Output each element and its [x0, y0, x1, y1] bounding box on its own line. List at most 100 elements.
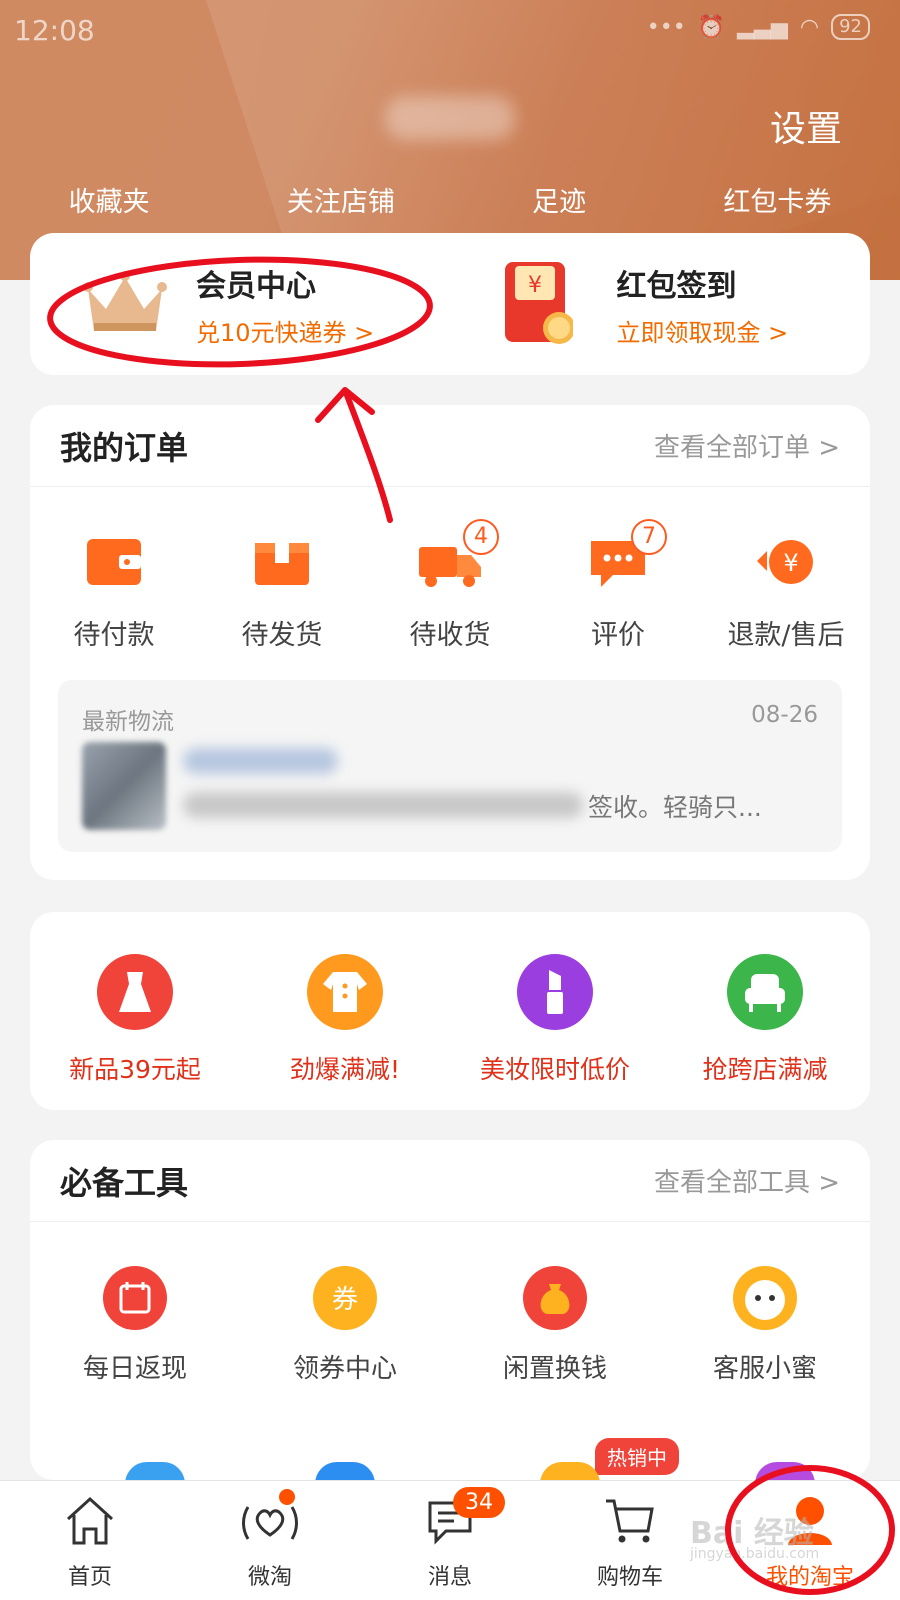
order-status-row: 待付款 待发货 4 待收货 7 评价 ¥ 退款/售后: [30, 487, 870, 652]
tools-header: 必备工具 查看全部工具 >: [30, 1140, 870, 1222]
member-text: 会员中心 兑10元快递券 >: [196, 261, 374, 348]
order-label: 待发货: [241, 620, 323, 651]
tab-weitao[interactable]: 微淘: [195, 1481, 345, 1591]
tool-daily-cashback[interactable]: 每日返现: [40, 1266, 230, 1385]
wallet-icon: [87, 539, 141, 585]
wifi-icon: ◠: [799, 14, 820, 40]
logistics-text: 签收。轻骑只...: [588, 793, 762, 822]
logistics-status-blurred: [183, 748, 338, 774]
svg-text:¥: ¥: [528, 273, 542, 298]
tab-home[interactable]: 首页: [15, 1481, 165, 1591]
promotions-grid: 新品39元起 劲爆满减! 美妆限时低价 抢跨店满减: [30, 912, 870, 1110]
order-label: 退款/售后: [727, 620, 845, 651]
tab-label: 微淘: [247, 1565, 292, 1590]
member-center[interactable]: 会员中心 兑10元快递券 >: [30, 233, 448, 375]
alarm-icon: ⏰: [697, 14, 726, 40]
order-review[interactable]: 7 评价: [543, 519, 693, 652]
svg-text:¥: ¥: [783, 549, 798, 577]
order-label: 待收货: [409, 620, 491, 651]
view-all-orders-link[interactable]: 查看全部订单 >: [654, 427, 840, 464]
tool-coupon-center[interactable]: 券 领券中心: [250, 1266, 440, 1385]
tool-label: 领券中心: [292, 1354, 397, 1384]
red-packet-icon: ¥: [503, 262, 575, 346]
tab-cart[interactable]: 购物车: [555, 1481, 705, 1591]
promo-label: 抢跨店满减: [702, 1055, 828, 1084]
promo-cross-store[interactable]: 抢跨店满减: [670, 954, 860, 1086]
quick-links: 收藏夹 关注店铺 足迹 红包卡券: [0, 180, 900, 219]
coupon-icon: 券: [313, 1266, 377, 1330]
red-packet-subtitle[interactable]: 立即领取现金 >: [617, 313, 789, 348]
my-orders-card: 我的订单 查看全部订单 > 待付款 待发货 4 待收货 7 评价 ¥ 退款/售后…: [30, 405, 870, 880]
red-packet-title: 红包签到: [616, 268, 737, 304]
tab-label: 首页: [67, 1565, 112, 1590]
promo-beauty-sale[interactable]: 美妆限时低价: [460, 954, 650, 1086]
status-time: 12:08: [14, 14, 95, 47]
baby-clothes-icon: [307, 954, 383, 1030]
quick-link-footprints[interactable]: 足迹: [532, 180, 586, 219]
home-icon: [66, 1496, 114, 1545]
promo-hot-discount[interactable]: 劲爆满减!: [250, 954, 440, 1086]
tab-label: 我的淘宝: [765, 1565, 854, 1590]
quick-link-favorites[interactable]: 收藏夹: [69, 180, 150, 219]
tools-row: 每日返现 券 领券中心 闲置换钱 客服小蜜: [30, 1222, 870, 1385]
order-label: 评价: [591, 620, 645, 651]
money-bag-icon: [523, 1266, 587, 1330]
username-blurred: [385, 96, 515, 140]
latest-logistics[interactable]: 最新物流 08-26 签收。轻骑只...: [58, 680, 842, 852]
lipstick-icon: [517, 954, 593, 1030]
promo-label: 劲爆满减!: [289, 1055, 401, 1084]
order-pending-payment[interactable]: 待付款: [39, 531, 189, 652]
orders-title: 我的订单: [60, 428, 189, 467]
tool-label: 客服小蜜: [712, 1354, 817, 1384]
logistics-date: 08-26: [751, 702, 818, 728]
tab-label: 购物车: [596, 1565, 663, 1590]
new-content-dot: [279, 1489, 295, 1505]
unread-count-badge: 34: [453, 1487, 505, 1518]
member-subtitle[interactable]: 兑10元快递券 >: [196, 313, 374, 348]
package-icon: [255, 543, 309, 585]
order-label: 待付款: [73, 620, 155, 651]
product-thumbnail: [82, 742, 166, 830]
red-packet-text: 红包签到 立即领取现金 >: [617, 261, 789, 348]
settings-button[interactable]: 设置: [770, 100, 842, 152]
order-refund[interactable]: ¥ 退款/售后: [711, 531, 861, 652]
promo-card: 会员中心 兑10元快递券 > ¥ 红包签到 立即领取现金 >: [30, 233, 870, 375]
member-title: 会员中心: [196, 268, 316, 304]
quick-link-followed-shops[interactable]: 关注店铺: [287, 180, 395, 219]
hot-sale-badge: 热销中: [595, 1438, 679, 1475]
tab-label: 消息: [427, 1565, 472, 1590]
review-count-badge: 7: [631, 519, 667, 555]
refund-icon: ¥: [757, 540, 813, 584]
promo-label: 美妆限时低价: [479, 1055, 630, 1084]
order-pending-shipment[interactable]: 待发货: [207, 531, 357, 652]
red-packet-checkin[interactable]: ¥ 红包签到 立即领取现金 >: [448, 233, 871, 375]
tab-messages[interactable]: 34 消息: [375, 1481, 525, 1591]
baidu-watermark-url: jingyan.baidu.com: [690, 1546, 820, 1562]
essential-tools-card: 必备工具 查看全部工具 > 每日返现 券 领券中心 闲置换钱 客服小蜜 热销中: [30, 1140, 870, 1484]
assistant-bee-icon: [733, 1266, 797, 1330]
promo-new-arrivals[interactable]: 新品39元起: [40, 954, 230, 1086]
logistics-label: 最新物流: [82, 709, 174, 735]
svg-text:券: 券: [332, 1285, 358, 1315]
crown-icon: [83, 271, 167, 331]
promo-label: 新品39元起: [69, 1055, 201, 1084]
tool-customer-service[interactable]: 客服小蜜: [670, 1266, 860, 1385]
order-pending-receipt[interactable]: 4 待收货: [375, 519, 525, 652]
cart-icon: [606, 1499, 654, 1543]
tools-title: 必备工具: [60, 1163, 189, 1202]
logistics-detail-blurred: [183, 792, 583, 818]
orders-header: 我的订单 查看全部订单 >: [30, 405, 870, 487]
tool-idle-exchange[interactable]: 闲置换钱: [460, 1266, 650, 1385]
battery-indicator: 92: [831, 14, 870, 40]
dress-icon: [97, 954, 173, 1030]
calendar-cash-icon: [103, 1266, 167, 1330]
tool-label: 闲置换钱: [502, 1354, 607, 1384]
receipt-count-badge: 4: [463, 519, 499, 555]
status-icons: ••• ⏰ ▂▃▅ ◠ 92: [647, 14, 870, 40]
armchair-icon: [727, 954, 803, 1030]
quick-link-coupons[interactable]: 红包卡券: [723, 180, 831, 219]
more-dots-icon: •••: [646, 14, 686, 40]
view-all-tools-link[interactable]: 查看全部工具 >: [654, 1162, 840, 1199]
tool-label: 每日返现: [82, 1354, 187, 1384]
signal-icon: ▂▃▅: [737, 14, 788, 40]
